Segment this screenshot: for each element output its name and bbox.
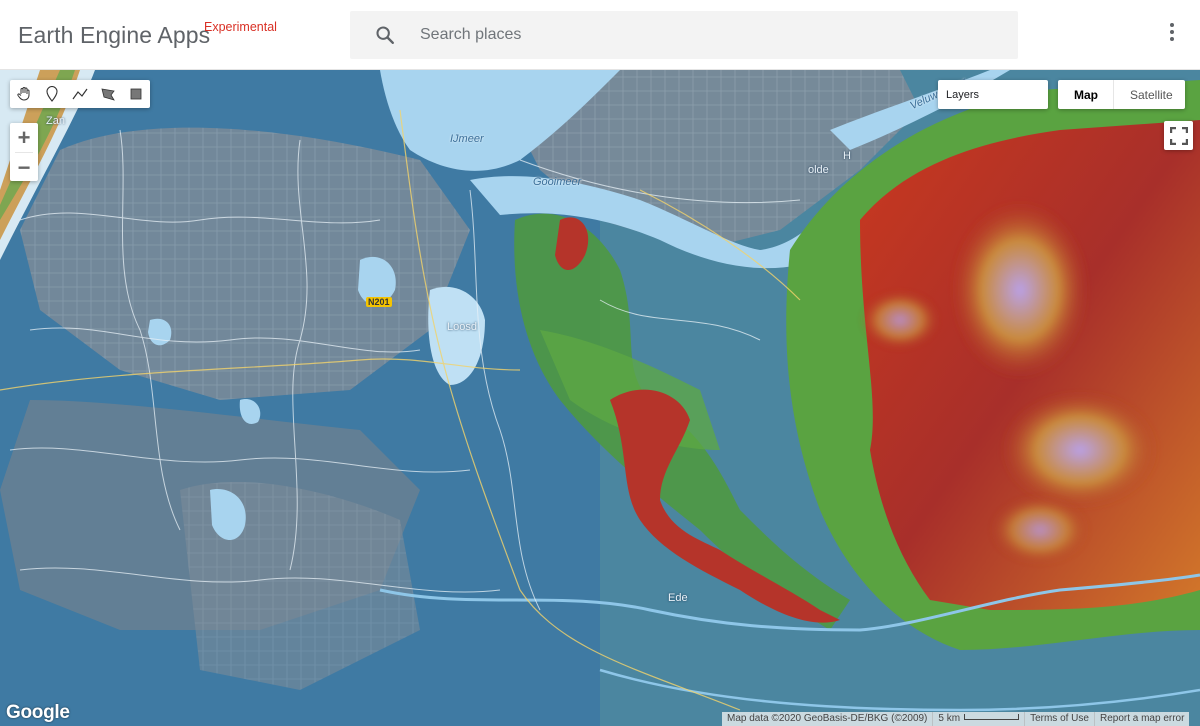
map-canvas[interactable]: IJmeer Gooimeer Veluwemeer Zan Loosd H o… bbox=[0, 70, 1200, 726]
map-type-map-button[interactable]: Map bbox=[1058, 80, 1113, 109]
terms-link[interactable]: Terms of Use bbox=[1025, 712, 1094, 726]
map-label-loosdrecht: Loosd bbox=[447, 321, 477, 333]
more-vert-icon[interactable] bbox=[1162, 23, 1182, 47]
zoom-control: + − bbox=[10, 123, 38, 181]
google-logo: Google bbox=[6, 702, 70, 723]
scale-bar bbox=[964, 714, 1020, 720]
marker-icon[interactable] bbox=[38, 80, 66, 108]
search-input[interactable] bbox=[420, 11, 1000, 59]
map-type-control: Map Satellite bbox=[1058, 80, 1185, 109]
layers-button[interactable]: Layers bbox=[938, 80, 1048, 109]
zoom-in-button[interactable]: + bbox=[10, 123, 38, 152]
report-map-error-link[interactable]: Report a map error bbox=[1094, 712, 1190, 726]
fullscreen-icon[interactable] bbox=[1164, 121, 1193, 150]
scale-indicator[interactable]: 5 km bbox=[933, 712, 1025, 726]
line-icon[interactable] bbox=[66, 80, 94, 108]
app-title: Earth Engine Apps bbox=[18, 22, 211, 48]
map-label-harderwijk: H bbox=[843, 150, 851, 162]
road-shield-n201: N201 bbox=[366, 297, 392, 307]
drawing-toolbar bbox=[10, 80, 150, 108]
map-data-credit: Map data ©2020 GeoBasis-DE/BKG (©2009) bbox=[722, 712, 933, 726]
zoom-out-button[interactable]: − bbox=[10, 153, 38, 182]
experimental-badge: Experimental bbox=[204, 20, 277, 34]
search-box[interactable] bbox=[350, 11, 1018, 59]
map-label-ijmeer: IJmeer bbox=[450, 133, 484, 145]
map-label-zeewolde: olde bbox=[808, 164, 829, 176]
elevation-layer bbox=[0, 70, 1200, 726]
polygon-icon[interactable] bbox=[94, 80, 122, 108]
app-header: Earth Engine Apps Experimental bbox=[0, 0, 1200, 70]
map-type-satellite-button[interactable]: Satellite bbox=[1113, 80, 1185, 109]
map-label-gooimeer: Gooimeer bbox=[533, 176, 582, 188]
hand-icon[interactable] bbox=[10, 80, 38, 108]
scale-label: 5 km bbox=[938, 713, 961, 724]
map-label-ede: Ede bbox=[668, 592, 688, 604]
map-attribution: Map data ©2020 GeoBasis-DE/BKG (©2009) 5… bbox=[722, 712, 1190, 726]
map-label-zandvoort: Zan bbox=[46, 115, 65, 127]
rectangle-icon[interactable] bbox=[122, 80, 150, 108]
search-icon[interactable] bbox=[374, 24, 396, 46]
